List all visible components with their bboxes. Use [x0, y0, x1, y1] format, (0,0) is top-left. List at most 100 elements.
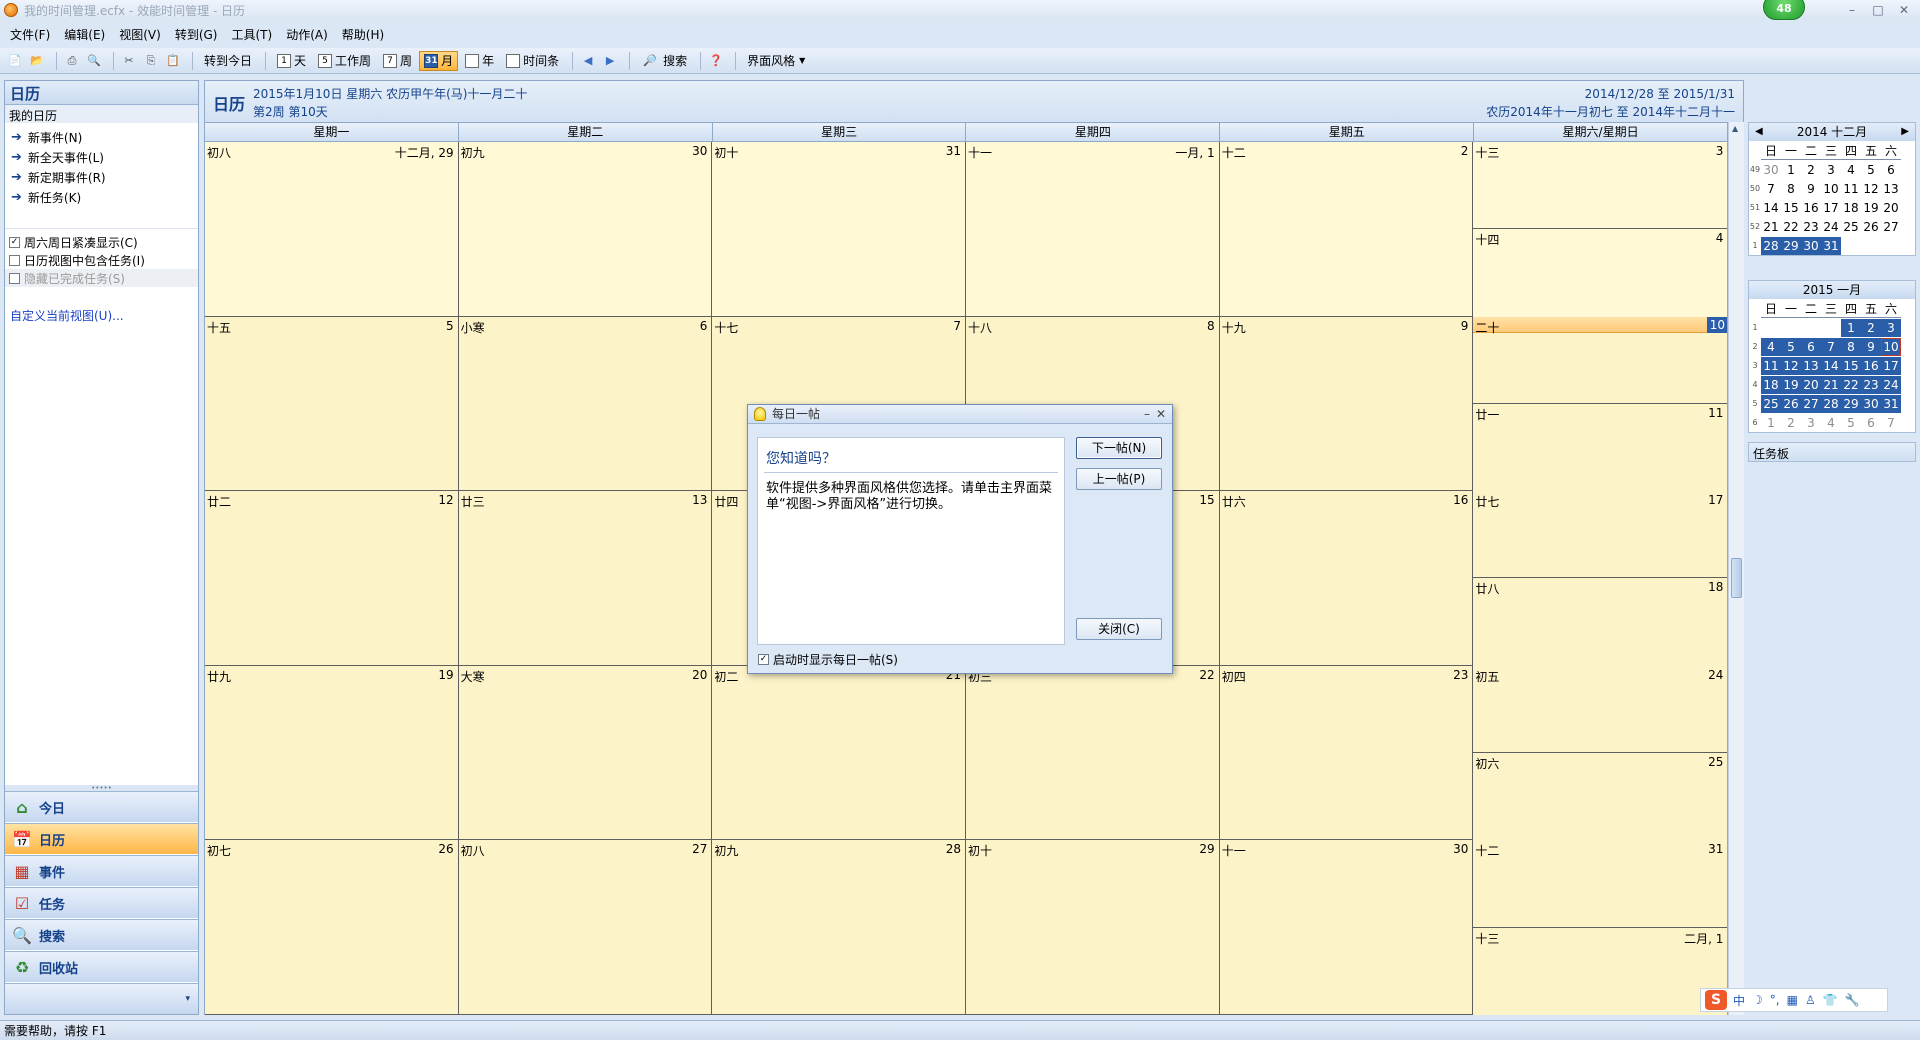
day-number[interactable]: 十二月, 29: [395, 144, 454, 161]
next-month-icon[interactable]: ▶: [1901, 123, 1909, 141]
mini-cal-day[interactable]: 23: [1801, 218, 1821, 236]
day-number[interactable]: 25: [1708, 755, 1723, 769]
taskpad-header[interactable]: 任务板: [1748, 442, 1916, 462]
day-number[interactable]: 12: [438, 493, 453, 507]
day-cell[interactable]: 初八 27: [458, 840, 713, 1014]
notification-badge[interactable]: 48: [1763, 0, 1805, 20]
day-number[interactable]: 2: [1461, 144, 1469, 158]
mini-cal-day[interactable]: 25: [1761, 394, 1781, 413]
mini-cal-day[interactable]: 22: [1841, 375, 1861, 394]
nav-today-button[interactable]: ⌂ 今日: [5, 791, 198, 822]
mini-cal-day[interactable]: 31: [1881, 394, 1901, 413]
cut-icon[interactable]: ✂: [120, 52, 138, 70]
day-number[interactable]: 8: [1207, 319, 1215, 333]
day-number[interactable]: 28: [946, 842, 961, 856]
day-cell[interactable]: 初七 26: [205, 840, 459, 1014]
sunday-cell[interactable]: 初六 25: [1473, 753, 1728, 841]
day-cell[interactable]: 初二 21: [712, 665, 967, 840]
menu-actions[interactable]: 动作(A): [286, 26, 328, 43]
ime-settings-icon[interactable]: 🔧: [1845, 993, 1860, 1007]
day-number[interactable]: 23: [1453, 668, 1468, 682]
day-number[interactable]: 24: [1708, 668, 1723, 682]
forward-arrow-icon[interactable]: ▶: [601, 52, 619, 70]
year-view-button[interactable]: 年: [460, 51, 499, 71]
mini-cal-day[interactable]: 21: [1821, 375, 1841, 394]
new-recurring-event-link[interactable]: ➔ 新定期事件(R): [5, 167, 198, 187]
mini-cal-day[interactable]: [1801, 319, 1821, 337]
menu-help[interactable]: 帮助(H): [342, 26, 384, 43]
day-number[interactable]: 27: [692, 842, 707, 856]
saturday-cell[interactable]: 十二 31: [1473, 840, 1728, 928]
ime-skin-icon[interactable]: 👕: [1823, 993, 1838, 1007]
day-number[interactable]: 22: [1199, 668, 1214, 682]
mini-cal-day[interactable]: 6: [1881, 161, 1901, 179]
day-view-button[interactable]: 1天: [272, 51, 311, 71]
day-number[interactable]: 5: [446, 319, 454, 333]
day-number[interactable]: 13: [692, 493, 707, 507]
mini-cal-day[interactable]: 10: [1881, 337, 1901, 356]
dialog-minimize-button[interactable]: –: [1144, 405, 1150, 424]
menu-edit[interactable]: 编辑(E): [64, 26, 105, 43]
print-icon[interactable]: ⎙: [63, 52, 81, 70]
day-number[interactable]: 7: [953, 319, 961, 333]
saturday-cell[interactable]: 十三 3: [1473, 142, 1728, 230]
close-dialog-button[interactable]: 关闭(C): [1076, 618, 1162, 640]
mini-cal-day[interactable]: 22: [1781, 218, 1801, 236]
mini-cal-day[interactable]: 27: [1801, 394, 1821, 413]
day-cell[interactable]: 十九 9: [1219, 316, 1474, 491]
mini-cal-day[interactable]: 21: [1761, 218, 1781, 236]
new-document-icon[interactable]: 📄: [6, 52, 24, 70]
mini-cal-day[interactable]: 28: [1761, 236, 1781, 255]
dialog-close-icon[interactable]: ✕: [1156, 405, 1166, 424]
saturday-cell[interactable]: 初五 24: [1473, 665, 1728, 754]
menu-tools[interactable]: 工具(T): [231, 26, 272, 43]
mini-cal-day[interactable]: 5: [1781, 337, 1801, 356]
mini-cal-day[interactable]: 19: [1861, 199, 1881, 217]
mini-cal-day[interactable]: 7: [1761, 180, 1781, 198]
day-cell[interactable]: 廿九 19: [205, 665, 459, 840]
day-number[interactable]: 29: [1199, 842, 1214, 856]
scrollbar-thumb[interactable]: [1731, 558, 1742, 598]
my-calendar-group[interactable]: 我的日历: [5, 105, 198, 123]
day-number[interactable]: 20: [692, 668, 707, 682]
day-cell[interactable]: 十二 2: [1219, 142, 1474, 316]
day-number[interactable]: 10: [1707, 316, 1728, 333]
mini-cal-day[interactable]: 30: [1861, 394, 1881, 413]
mini-cal-day[interactable]: 11: [1761, 356, 1781, 375]
paste-icon[interactable]: 📋: [164, 52, 182, 70]
mini-cal-day[interactable]: [1861, 237, 1881, 255]
day-cell[interactable]: 初十 31: [712, 142, 967, 316]
mini-cal-day[interactable]: 7: [1821, 337, 1841, 356]
week-view-button[interactable]: 7周: [378, 51, 417, 71]
day-number[interactable]: 11: [1708, 406, 1723, 420]
next-tip-button[interactable]: 下一帖(N): [1076, 437, 1162, 459]
new-event-link[interactable]: ➔ 新事件(N): [5, 127, 198, 147]
include-tasks-checkbox[interactable]: 日历视图中包含任务(I): [5, 251, 198, 269]
sunday-cell[interactable]: 十四 4: [1473, 229, 1728, 317]
mini-cal-day[interactable]: 30: [1801, 236, 1821, 255]
day-cell[interactable]: 廿三 13: [458, 491, 713, 665]
day-number[interactable]: 18: [1708, 580, 1723, 594]
nav-configure-button[interactable]: ▾: [5, 983, 198, 1014]
goto-today-button[interactable]: 转到今日: [199, 51, 257, 71]
day-number[interactable]: 3: [1716, 144, 1724, 158]
search-button[interactable]: 🔎 搜索: [636, 51, 692, 71]
open-folder-icon[interactable]: 📂: [28, 52, 46, 70]
day-number[interactable]: 4: [1716, 231, 1724, 245]
nav-tasks-button[interactable]: ☑ 任务: [5, 887, 198, 918]
ime-halfwidth-icon[interactable]: ☽: [1752, 993, 1763, 1007]
sunday-cell[interactable]: 十三 二月, 1: [1473, 927, 1728, 1015]
mini-cal-day[interactable]: [1821, 319, 1841, 337]
ime-keyboard-icon[interactable]: ▦: [1787, 993, 1798, 1007]
mini-cal-day[interactable]: 20: [1801, 375, 1821, 394]
day-cell[interactable]: 初八 十二月, 29: [205, 142, 459, 316]
mini-cal-day[interactable]: 8: [1781, 180, 1801, 198]
prev-tip-button[interactable]: 上一帖(P): [1076, 468, 1162, 490]
month-view-button[interactable]: 31 月: [419, 50, 459, 71]
copy-icon[interactable]: ⎘: [142, 52, 160, 70]
sogou-logo-icon[interactable]: S: [1705, 990, 1727, 1010]
nav-calendar-button[interactable]: 📅 日历: [5, 823, 198, 854]
mini-cal-day[interactable]: 1: [1841, 318, 1861, 337]
mini-cal-day[interactable]: 3: [1801, 414, 1821, 432]
compact-weekend-checkbox[interactable]: ✓ 周六周日紧凑显示(C): [5, 233, 198, 251]
